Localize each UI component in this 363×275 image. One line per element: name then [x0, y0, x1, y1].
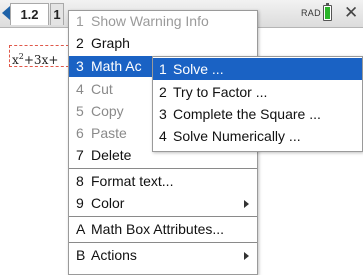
menu-item-label: Actions: [91, 247, 137, 263]
submenu-item-complete-the-square[interactable]: 3 Complete the Square ...: [153, 103, 362, 125]
menu-item-label: Graph: [91, 35, 130, 51]
submenu-item-label: Solve ...: [173, 61, 224, 77]
menu-item-label: Format text...: [91, 173, 174, 189]
tab-page-next[interactable]: 1: [50, 3, 64, 25]
submenu-arrow-icon: [244, 200, 249, 208]
menu-item-number: 2: [76, 35, 84, 51]
menu-separator: [69, 168, 257, 169]
menu-item-number: 1: [76, 13, 84, 29]
menu-item-label: Cut: [91, 81, 113, 97]
submenu-item-label: Complete the Square ...: [173, 106, 321, 122]
submenu-item-label: Try to Factor ...: [173, 84, 268, 100]
menu-item-number: 3: [76, 58, 84, 74]
menu-item-label: Paste: [91, 125, 127, 141]
menu-separator: [69, 216, 257, 217]
menu-item-number: 9: [76, 195, 84, 211]
menu-item-actions[interactable]: B Actions: [69, 245, 257, 266]
menu-item-show-warning-info[interactable]: 1 Show Warning Info: [69, 11, 257, 32]
menu-item-label: Math Ac: [91, 58, 142, 74]
tab-back-arrow-icon[interactable]: [2, 6, 10, 20]
math-rest: +3x+: [23, 53, 59, 67]
angle-mode-indicator: RAD: [301, 8, 321, 18]
menu-item-color[interactable]: 9 Color: [69, 193, 257, 214]
menu-item-number: 5: [76, 103, 84, 119]
menu-item-number: 4: [76, 81, 84, 97]
math-base: x: [12, 53, 19, 67]
menu-item-number: 6: [76, 125, 84, 141]
battery-icon: [323, 3, 332, 21]
tab-page-1-2[interactable]: 1.2: [10, 3, 49, 25]
math-actions-submenu: 1 Solve ... 2 Try to Factor ... 3 Comple…: [152, 56, 363, 152]
submenu-item-number: 4: [159, 128, 167, 144]
submenu-item-solve-numerically[interactable]: 4 Solve Numerically ...: [153, 125, 362, 147]
submenu-item-try-to-factor[interactable]: 2 Try to Factor ...: [153, 81, 362, 103]
menu-item-label: Show Warning Info: [91, 13, 209, 29]
menu-item-number: A: [76, 221, 86, 237]
menu-separator: [69, 242, 257, 243]
menu-item-label: Color: [91, 195, 125, 211]
submenu-item-label: Solve Numerically ...: [173, 128, 301, 144]
menu-item-label: Delete: [91, 147, 132, 163]
menu-item-label: Copy: [91, 103, 124, 119]
submenu-item-solve[interactable]: 1 Solve ...: [153, 58, 362, 80]
submenu-item-number: 1: [159, 61, 167, 77]
close-icon[interactable]: ✕: [344, 2, 358, 24]
math-box[interactable]: x2+3x+: [9, 45, 69, 67]
submenu-arrow-icon: [244, 252, 249, 260]
menu-item-graph[interactable]: 2 Graph: [69, 33, 257, 54]
menu-item-format-text[interactable]: 8 Format text...: [69, 171, 257, 192]
submenu-item-number: 2: [159, 84, 167, 100]
menu-item-number: 7: [76, 147, 84, 163]
menu-item-math-box-attributes[interactable]: A Math Box Attributes...: [69, 219, 257, 240]
menu-item-number: 8: [76, 173, 84, 189]
submenu-item-number: 3: [159, 106, 167, 122]
menu-item-number: B: [76, 247, 86, 263]
menu-item-label: Math Box Attributes...: [91, 221, 225, 237]
